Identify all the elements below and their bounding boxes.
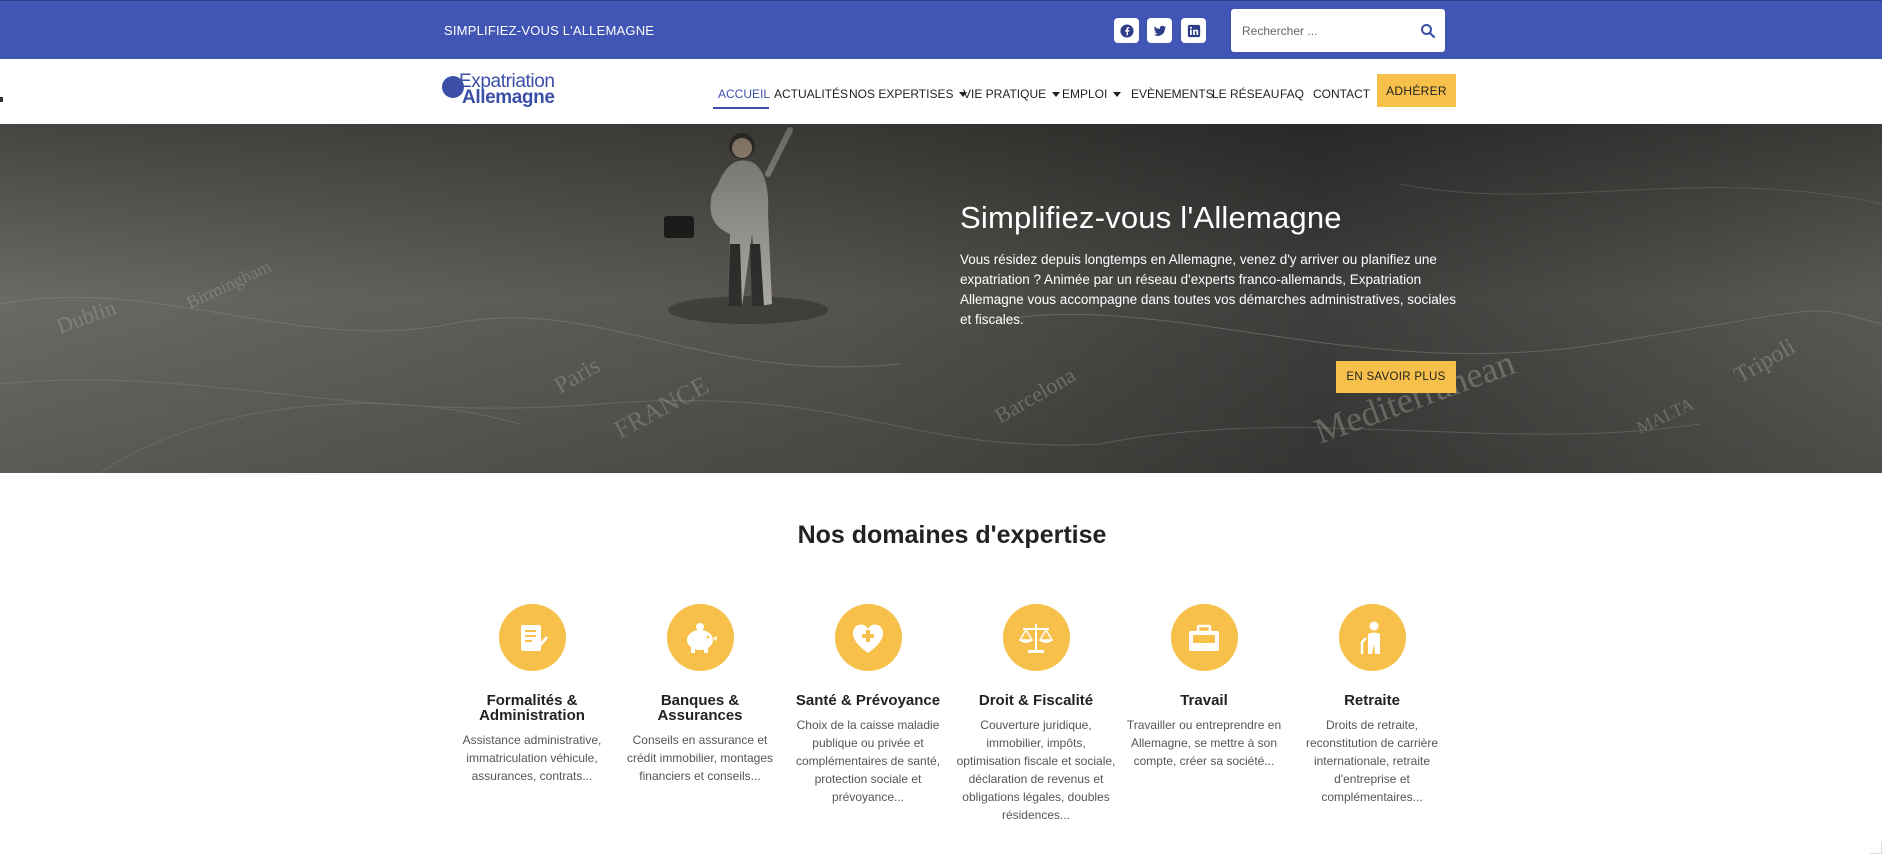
nav-item-nos-expertises-label: NOS EXPERTISES: [849, 87, 954, 101]
top-tagline: SIMPLIFIEZ-VOUS L'ALLEMAGNE: [444, 23, 655, 38]
chevron-down-icon: [1113, 91, 1122, 97]
facebook-icon[interactable]: [1114, 18, 1139, 43]
nav-item-actualites[interactable]: ACTUALITÉS: [774, 84, 848, 104]
hero-title: Simplifiez-vous l'Allemagne: [960, 200, 1342, 235]
logo-line2: Allemagne: [462, 87, 555, 108]
expertise-card-desc: Couverture juridique, immobilier, impôts…: [956, 718, 1116, 822]
hero-banner: Dublin Birmingham Paris FRANCE Barcelona…: [0, 124, 1882, 473]
expertise-card-title: Santé & Prévoyance: [795, 692, 941, 709]
scales-icon: [1002, 604, 1070, 671]
nav-item-contact[interactable]: CONTACT: [1313, 84, 1370, 104]
expertise-card-desc: Choix de la caisse maladie publique ou p…: [795, 718, 941, 804]
hero-text: Vous résidez depuis longtemps en Allemag…: [960, 252, 1457, 327]
expertise-card-retraite[interactable]: Retraite Droits de retraite, reconstitut…: [1292, 604, 1452, 806]
expertise-card-desc: Assistance administrative, immatriculati…: [462, 733, 602, 783]
linkedin-icon[interactable]: [1181, 18, 1206, 43]
active-nav-underline: [713, 107, 769, 109]
top-bar: SIMPLIFIEZ-VOUS L'ALLEMAGNE: [0, 0, 1882, 59]
expertise-card-banques[interactable]: Banques & Assurances Conseils en assuran…: [620, 604, 780, 785]
expertise-card-title: Travail: [1180, 692, 1228, 709]
chevron-down-icon: [1052, 91, 1061, 97]
nav-item-evenements[interactable]: EVÈNEMENTS: [1131, 84, 1214, 104]
expertise-card-sante[interactable]: Santé & Prévoyance Choix de la caisse ma…: [788, 604, 948, 806]
resize-corner: [1870, 842, 1882, 854]
elderly-person-icon: [1338, 604, 1406, 671]
expertise-card-desc: Travailler ou entreprendre en Allemagne,…: [1126, 718, 1282, 768]
nav-item-vie-pratique[interactable]: VIE PRATIQUE: [963, 84, 1061, 104]
expertise-card-title: Retraite: [1344, 692, 1400, 709]
expertise-card-title: Droit & Fiscalité: [978, 692, 1094, 709]
briefcase-icon: [1170, 604, 1238, 671]
expertise-card-desc: Conseils en assurance et crédit immobili…: [626, 733, 774, 783]
nav-item-faq[interactable]: FAQ: [1280, 84, 1304, 104]
expertise-card-desc: Droits de retraite, reconstitution de ca…: [1305, 718, 1439, 804]
search-box: [1231, 9, 1445, 52]
nav-item-emploi[interactable]: EMPLOI: [1062, 84, 1122, 104]
expertise-card-title: Formalités & Administration: [479, 692, 585, 724]
site-logo[interactable]: Expatriation Allemagne: [442, 71, 567, 111]
en-savoir-plus-button[interactable]: EN SAVOIR PLUS: [1336, 361, 1456, 393]
nav-item-nos-expertises[interactable]: NOS EXPERTISES: [849, 84, 968, 104]
nav-item-accueil[interactable]: ACCUEIL: [718, 84, 770, 104]
map-background-image: Dublin Birmingham Paris FRANCE Barcelona…: [0, 124, 1882, 473]
expertise-card-travail[interactable]: Travail Travailler ou entreprendre en Al…: [1124, 604, 1284, 770]
heart-plus-icon: [834, 604, 902, 671]
adherer-button[interactable]: ADHÉRER: [1377, 74, 1456, 107]
search-icon[interactable]: [1419, 22, 1437, 40]
piggy-bank-icon: [666, 604, 734, 671]
expertise-title: Nos domaines d'expertise: [797, 521, 1107, 549]
expertise-card-title: Banques & Assurances: [657, 692, 743, 724]
nav-item-vie-pratique-label: VIE PRATIQUE: [963, 87, 1047, 101]
expertise-card-droit[interactable]: Droit & Fiscalité Couverture juridique, …: [956, 604, 1116, 824]
twitter-icon[interactable]: [1147, 18, 1172, 43]
expertise-card-formalites[interactable]: Formalités & Administration Assistance a…: [452, 604, 612, 785]
document-pen-icon: [498, 604, 566, 671]
nav-item-emploi-label: EMPLOI: [1062, 87, 1108, 101]
edge-marker: [0, 97, 3, 102]
search-input[interactable]: [1231, 9, 1411, 52]
nav-item-le-reseau[interactable]: LE RÉSEAU: [1212, 84, 1279, 104]
